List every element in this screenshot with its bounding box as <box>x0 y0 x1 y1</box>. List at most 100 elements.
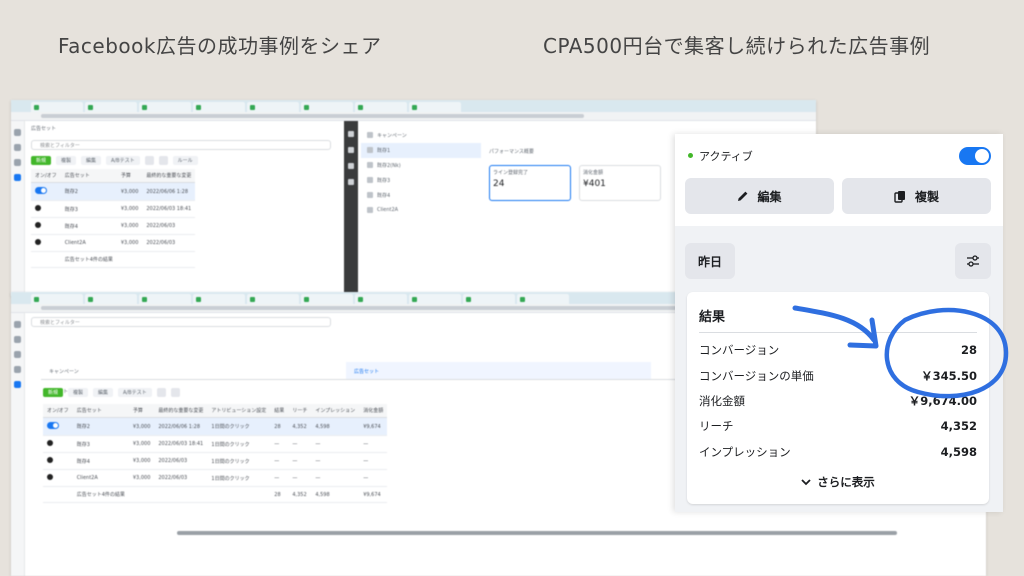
status-toggle[interactable] <box>35 205 41 211</box>
show-more-button[interactable]: さらに表示 <box>687 474 989 490</box>
create-button[interactable]: 新規 <box>31 156 52 165</box>
browser-tab[interactable] <box>409 294 461 304</box>
undo-icon[interactable] <box>170 388 180 397</box>
close-icon[interactable] <box>348 131 354 137</box>
list-item[interactable]: キャンペーン <box>361 128 481 143</box>
column-header[interactable]: オン/オフ <box>43 404 73 418</box>
avatar[interactable] <box>14 351 21 358</box>
search-input[interactable]: 検索とフィルター <box>31 140 331 150</box>
column-header[interactable]: オン/オフ <box>31 169 61 183</box>
history-icon[interactable] <box>348 179 354 185</box>
date-range-button[interactable]: 昨日 <box>685 243 735 279</box>
column-header[interactable]: 消化金額 <box>359 404 388 418</box>
address-bar[interactable] <box>11 112 816 121</box>
tab-adset[interactable]: 広告セット <box>346 362 651 379</box>
status-toggle[interactable] <box>35 239 41 245</box>
column-header[interactable]: 最終的な重要な変更 <box>142 169 196 183</box>
menu-icon[interactable] <box>14 144 21 151</box>
adset-name[interactable]: Client2A <box>60 234 117 252</box>
metric-card[interactable]: ライン登録完了 24 <box>489 165 571 201</box>
search-input[interactable]: 検索とフィルター <box>31 317 331 327</box>
adset-name[interactable]: 既存4 <box>72 452 129 470</box>
browser-tab[interactable] <box>85 102 137 112</box>
table-row[interactable]: Client2A ¥3,000 2022/06/03 1日間のクリック — — … <box>43 469 388 487</box>
column-header[interactable]: 広告セット <box>72 404 129 418</box>
duplicate-button[interactable]: 複製 <box>68 388 89 397</box>
browser-tab[interactable] <box>247 102 299 112</box>
table-row[interactable]: 既存3 ¥3,000 2022/06/03 18:41 1日間のクリック — —… <box>43 435 388 453</box>
grid-icon[interactable] <box>14 174 21 181</box>
adset-name[interactable]: Client2A <box>72 469 129 487</box>
status-toggle[interactable] <box>47 457 53 463</box>
table-row[interactable]: 既存2 ¥3,000 2022/06/06 1:28 1日間のクリック 28 4… <box>43 417 388 436</box>
adset-name[interactable]: 既存3 <box>72 435 129 453</box>
edit-button[interactable]: 編集 <box>685 178 834 214</box>
avatar[interactable] <box>14 159 21 166</box>
browser-tab[interactable] <box>409 102 461 112</box>
table-row[interactable]: 既存4 ¥3,000 2022/06/03 1日間のクリック — — — — <box>43 452 388 470</box>
column-header[interactable]: インプレッション <box>311 404 360 418</box>
list-item[interactable]: 既存3 <box>361 173 481 188</box>
column-header[interactable]: 結果 <box>270 404 289 418</box>
column-header[interactable]: アトリビューション設定 <box>207 404 271 418</box>
status-toggle[interactable] <box>47 474 53 480</box>
status-toggle[interactable] <box>35 187 47 194</box>
browser-tab[interactable] <box>139 294 191 304</box>
browser-tab[interactable] <box>301 294 353 304</box>
create-button[interactable]: 新規 <box>43 388 64 397</box>
column-header[interactable]: 広告セット <box>60 169 117 183</box>
column-header[interactable]: 予算 <box>116 169 143 183</box>
status-toggle[interactable] <box>35 222 41 228</box>
chart-icon[interactable] <box>348 163 354 169</box>
browser-tab[interactable] <box>517 294 569 304</box>
browser-tab[interactable] <box>355 294 407 304</box>
status-toggle[interactable] <box>47 440 53 446</box>
active-toggle[interactable] <box>959 147 991 165</box>
briefcase-icon[interactable] <box>14 366 21 373</box>
adset-name[interactable]: 既存2 <box>60 182 117 201</box>
duplicate-button[interactable]: 複製 <box>56 156 77 165</box>
column-header[interactable]: 最終的な重要な変更 <box>154 404 208 418</box>
status-toggle[interactable] <box>47 422 59 429</box>
grid-icon[interactable] <box>14 381 21 388</box>
table-row[interactable]: 既存4 ¥3,000 2022/06/03 <box>31 217 196 235</box>
list-item[interactable]: 既存2(Nk) <box>361 158 481 173</box>
browser-tab[interactable] <box>355 102 407 112</box>
browser-tab[interactable] <box>301 102 353 112</box>
list-item[interactable]: 既存1 <box>361 143 481 158</box>
table-row[interactable]: 既存2 ¥3,000 2022/06/06 1:28 <box>31 182 196 201</box>
edit-button[interactable]: 編集 <box>93 388 114 397</box>
table-row[interactable]: 既存3 ¥3,000 2022/06/03 18:41 <box>31 200 196 218</box>
browser-tab[interactable] <box>139 102 191 112</box>
list-item[interactable]: Client2A <box>361 203 481 217</box>
adset-name[interactable]: 既存4 <box>60 217 117 235</box>
edit-icon[interactable] <box>348 147 354 153</box>
filter-settings-button[interactable] <box>955 243 991 279</box>
menu-icon[interactable] <box>14 336 21 343</box>
column-header[interactable]: リーチ <box>288 404 312 418</box>
browser-tab[interactable] <box>85 294 137 304</box>
trash-icon[interactable] <box>144 156 154 165</box>
horizontal-scrollbar[interactable] <box>177 531 897 535</box>
duplicate-button[interactable]: 複製 <box>842 178 991 214</box>
adset-name[interactable]: 既存2 <box>72 417 129 436</box>
home-icon[interactable] <box>14 321 21 328</box>
browser-tab[interactable] <box>193 294 245 304</box>
home-icon[interactable] <box>14 129 21 136</box>
edit-button[interactable]: 編集 <box>81 156 102 165</box>
browser-tab[interactable] <box>31 102 83 112</box>
tab-campaign[interactable]: キャンペーン <box>41 362 346 379</box>
column-header[interactable]: 予算 <box>128 404 155 418</box>
ab-test-button[interactable]: A/Bテスト <box>106 156 140 165</box>
browser-tab[interactable] <box>463 294 515 304</box>
browser-tab[interactable] <box>193 102 245 112</box>
undo-icon[interactable] <box>158 156 168 165</box>
table-row[interactable]: Client2A ¥3,000 2022/06/03 <box>31 234 196 252</box>
list-item[interactable]: 既存4 <box>361 188 481 203</box>
browser-tab[interactable] <box>247 294 299 304</box>
adset-name[interactable]: 既存3 <box>60 200 117 218</box>
metric-card[interactable]: 消化金額 ¥401 <box>579 165 661 201</box>
trash-icon[interactable] <box>156 388 166 397</box>
rules-button[interactable]: ルール <box>172 156 198 165</box>
ab-test-button[interactable]: A/Bテスト <box>118 388 152 397</box>
